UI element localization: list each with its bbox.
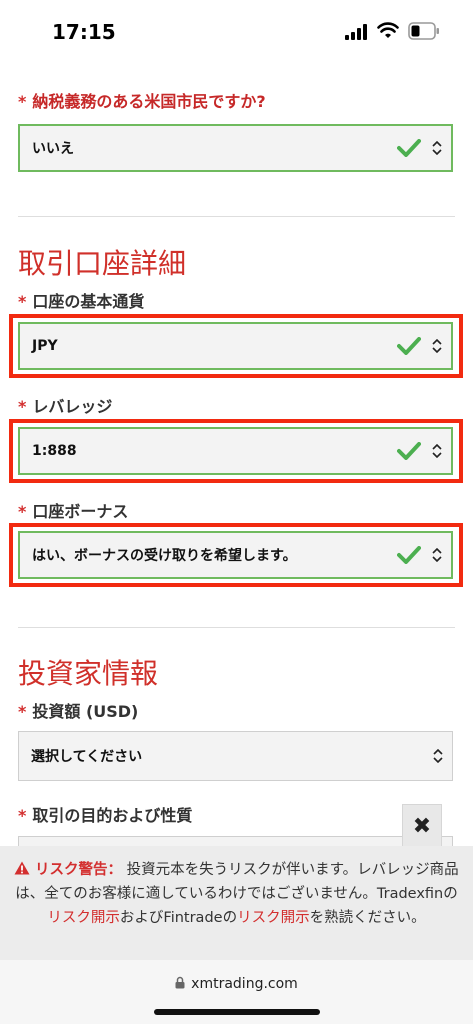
investor-info-title: 投資家情報 xyxy=(18,657,159,690)
wifi-icon xyxy=(377,22,399,38)
select-arrows-icon xyxy=(432,141,442,155)
trading-purpose-label: * 取引の目的および性質 xyxy=(18,806,193,825)
investment-amount-label: * 投資額 (USD) xyxy=(18,702,139,721)
close-icon: ✖ xyxy=(412,813,432,839)
status-time: 17:15 xyxy=(52,20,116,44)
investment-amount-select[interactable]: 選択してください xyxy=(18,731,453,781)
close-banner-button[interactable]: ✖ xyxy=(402,804,442,848)
bonus-value: はい、ボーナスの受け取りを希望します。 xyxy=(32,548,297,564)
select-arrows-icon xyxy=(432,548,442,562)
risk-warning-text: およびFintradeの xyxy=(119,910,238,926)
check-icon xyxy=(397,337,421,355)
leverage-label: * レバレッジ xyxy=(18,397,113,416)
risk-disclosure-link-fintrade[interactable]: リスク開示 xyxy=(237,910,310,926)
status-bar: 17:15 xyxy=(0,0,473,64)
cellular-signal-icon xyxy=(345,24,367,40)
bonus-select[interactable]: はい、ボーナスの受け取りを希望します。 xyxy=(18,531,453,579)
warning-icon xyxy=(14,861,30,875)
risk-disclosure-link-tradexfin[interactable]: リスク開示 xyxy=(47,910,120,926)
currency-label: * 口座の基本通貨 xyxy=(18,292,145,311)
tax-question-label: * 納税義務のある米国市民ですか? xyxy=(18,92,266,111)
select-arrows-icon xyxy=(433,749,443,763)
risk-warning-text: を熟読ください。 xyxy=(309,910,426,926)
check-icon xyxy=(397,139,421,157)
select-arrows-icon xyxy=(432,339,442,353)
divider xyxy=(18,216,455,217)
risk-warning-banner: リスク警告： 投資元本を失うリスクが伴います。レバレッジ商品は、全てのお客様に適… xyxy=(0,846,473,960)
bonus-label: * 口座ボーナス xyxy=(18,502,129,521)
home-indicator[interactable] xyxy=(154,1009,320,1015)
check-icon xyxy=(397,546,421,564)
check-icon xyxy=(397,442,421,460)
account-details-title: 取引口座詳細 xyxy=(18,247,187,280)
leverage-select[interactable]: 1:888 xyxy=(18,427,453,475)
tax-question-value: いいえ xyxy=(32,141,74,157)
battery-icon xyxy=(408,22,439,40)
select-arrows-icon xyxy=(432,444,442,458)
url-text: xmtrading.com xyxy=(191,976,298,992)
currency-value: JPY xyxy=(32,338,58,354)
investment-amount-value: 選択してください xyxy=(31,749,143,765)
currency-select[interactable]: JPY xyxy=(18,322,453,370)
tax-question-select[interactable]: いいえ xyxy=(18,124,453,172)
leverage-value: 1:888 xyxy=(32,443,77,459)
divider xyxy=(18,627,455,628)
lock-icon xyxy=(175,976,185,989)
risk-warning-title: リスク警告： xyxy=(34,862,122,878)
url-display[interactable]: xmtrading.com xyxy=(0,976,473,992)
